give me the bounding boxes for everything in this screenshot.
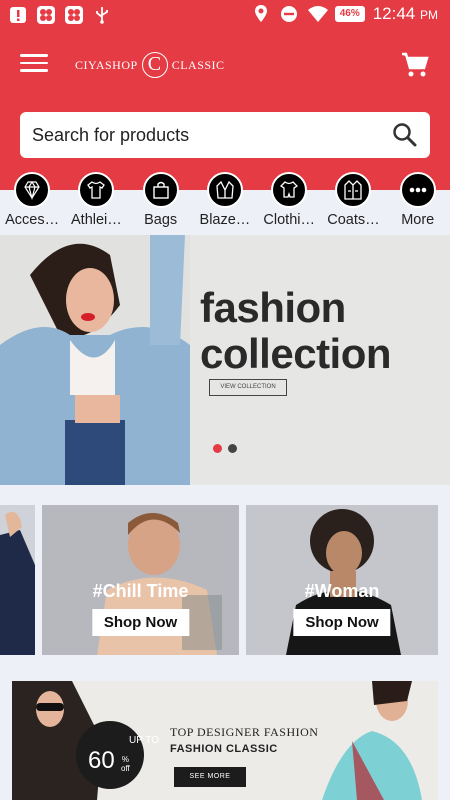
- notification-alert-icon: [8, 5, 28, 25]
- blazer-icon: [206, 172, 243, 208]
- shop-now-button[interactable]: Shop Now: [293, 609, 391, 636]
- category-strip: Acces… Athlei… Bags Blaze… Clothi… Coats…: [0, 172, 450, 234]
- sale-banner[interactable]: UP TO 60 % off TOP DESIGNER FASHION FASHI…: [12, 681, 438, 800]
- category-label: Athlei…: [71, 212, 122, 228]
- carousel-dot[interactable]: [228, 444, 237, 453]
- promo-card-woman[interactable]: #Woman Shop Now: [246, 505, 438, 655]
- promo-tag: #Chill Time: [92, 581, 189, 601]
- hero-title: fashion collection: [200, 284, 392, 377]
- category-label: Acces…: [5, 212, 60, 228]
- category-more[interactable]: More: [386, 172, 450, 234]
- category-bags[interactable]: Bags: [129, 172, 193, 234]
- location-icon: [251, 4, 271, 24]
- promo-carousel: #Chill Time Shop Now #Woman Shop Now: [0, 505, 450, 655]
- category-label: Coats…: [327, 212, 380, 228]
- category-accessories[interactable]: Acces…: [0, 172, 64, 234]
- coat-icon: [335, 172, 372, 208]
- category-blazers[interactable]: Blaze…: [193, 172, 257, 234]
- category-coats[interactable]: Coats…: [321, 172, 385, 234]
- category-label: Bags: [144, 212, 178, 228]
- logo-text-left: CIYASHOP: [75, 57, 138, 72]
- discount-badge: UP TO 60 % off: [76, 721, 159, 789]
- view-collection-button[interactable]: VIEW COLLECTION: [209, 379, 287, 396]
- app-notification-icon: [64, 5, 84, 25]
- logo-mark: C: [141, 52, 168, 78]
- see-more-button[interactable]: SEE MORE: [174, 767, 246, 787]
- jacket-image: [0, 505, 35, 655]
- carousel-indicator: [213, 444, 237, 453]
- promo-card-partial[interactable]: [0, 505, 35, 655]
- promo-card-chill-time[interactable]: #Chill Time Shop Now: [42, 505, 239, 655]
- usb-icon: [92, 5, 112, 25]
- do-not-disturb-icon: [279, 4, 299, 24]
- category-athleisure[interactable]: Athlei…: [64, 172, 128, 234]
- app-notification-icon: [36, 5, 56, 25]
- category-clothing[interactable]: Clothi…: [257, 172, 321, 234]
- carousel-dot-active[interactable]: [213, 444, 222, 453]
- more-dots-icon: [399, 172, 436, 208]
- promo-tag: #Woman: [304, 581, 380, 601]
- bag-icon: [142, 172, 179, 208]
- search-input[interactable]: [32, 124, 392, 146]
- shop-now-button[interactable]: Shop Now: [91, 609, 190, 636]
- tshirt-icon: [78, 172, 115, 208]
- baby-clothes-icon: [271, 172, 308, 208]
- hero-model-image: [0, 235, 190, 485]
- search-icon[interactable]: [392, 122, 418, 148]
- category-label: More: [401, 212, 435, 228]
- status-bar: 46% 12:44 PM: [0, 0, 450, 32]
- banner-subtitle: FASHION CLASSIC: [170, 743, 278, 755]
- wifi-icon: [307, 4, 328, 24]
- hero-banner[interactable]: fashion collection VIEW COLLECTION: [0, 235, 450, 485]
- brand-logo[interactable]: CIYASHOP C CLASSIC: [75, 52, 225, 78]
- cart-icon[interactable]: [400, 50, 430, 80]
- app-bar: CIYASHOP C CLASSIC: [0, 32, 450, 102]
- search-box[interactable]: [20, 112, 430, 158]
- search-area: [0, 102, 450, 172]
- clock: 12:44 PM: [372, 4, 438, 23]
- logo-text-right: CLASSIC: [171, 57, 225, 72]
- category-label: Clothi…: [263, 212, 315, 228]
- banner-title: TOP DESIGNER FASHION: [170, 725, 319, 739]
- battery-indicator: 46%: [334, 6, 365, 22]
- category-label: Blaze…: [199, 212, 251, 228]
- hamburger-menu-icon[interactable]: [20, 54, 48, 76]
- diamond-icon: [14, 172, 51, 208]
